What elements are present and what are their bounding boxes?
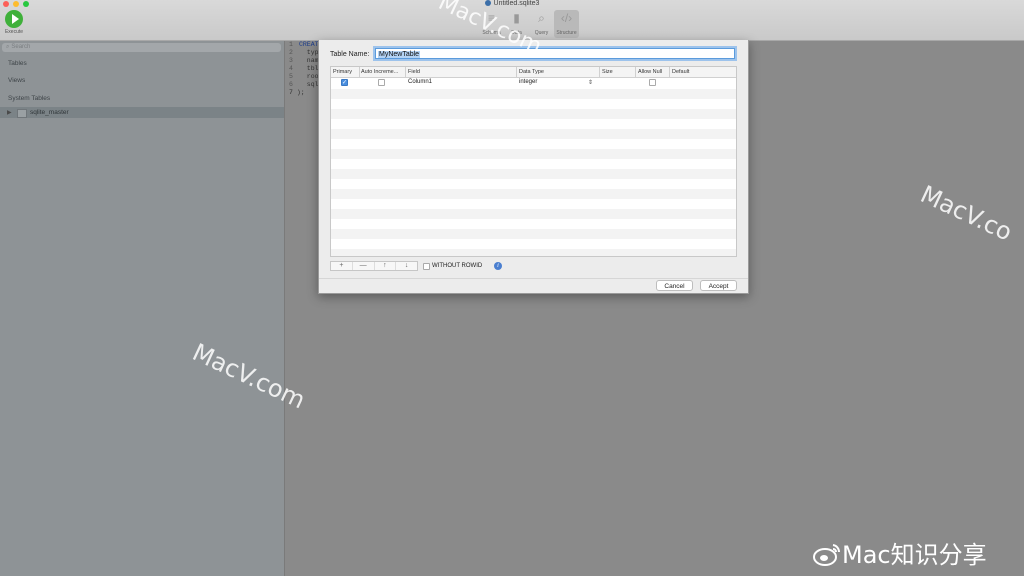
sidebar: ⌕ Search Tables Views System Tables ▶ sql… (0, 41, 285, 576)
weibo-logo-icon (813, 544, 841, 566)
magnifier-icon: ⌕ (538, 11, 545, 25)
without-rowid-label: WITHOUT ROWID (432, 263, 483, 269)
table-name-input[interactable]: MyNewTable (375, 48, 735, 59)
disclosure-triangle-icon[interactable]: ▶ (7, 109, 12, 116)
window-title: Untitled.sqlite3 (0, 0, 1024, 7)
popup-arrows-icon[interactable]: ⇕ (588, 79, 593, 86)
empty-row (331, 109, 736, 119)
header-size[interactable]: Size (602, 69, 632, 75)
code-line: 4 tbl (289, 65, 319, 72)
empty-row (331, 89, 736, 99)
empty-row (331, 139, 736, 149)
play-icon (5, 10, 23, 28)
auto-increment-checkbox[interactable] (378, 79, 385, 86)
columns-table: Primary Auto Increme... Field Data Type … (330, 66, 737, 257)
remove-column-button[interactable]: — (353, 262, 375, 270)
accept-button[interactable]: Accept (700, 280, 737, 291)
new-table-dialog: Table Name: MyNewTable Primary Auto Incr… (318, 40, 749, 294)
allow-null-checkbox[interactable] (649, 79, 656, 86)
empty-row (331, 209, 736, 219)
empty-row (331, 219, 736, 229)
header-primary[interactable]: Primary (333, 69, 359, 75)
sidebar-section-views[interactable]: Views (8, 77, 25, 84)
code-line: 1 CREAT (289, 41, 319, 48)
header-data-type[interactable]: Data Type (519, 69, 599, 75)
empty-row (331, 249, 736, 256)
header-field[interactable]: Field (408, 69, 514, 75)
data-type-select[interactable]: integer (519, 79, 537, 85)
code-brackets-icon: ‹/› (560, 11, 573, 25)
header-auto-increment[interactable]: Auto Increme... (361, 69, 405, 75)
without-rowid-checkbox[interactable] (423, 263, 430, 270)
empty-row (331, 189, 736, 199)
empty-row (331, 229, 736, 239)
empty-row (331, 129, 736, 139)
code-line: 3 nam (289, 57, 319, 64)
cancel-button[interactable]: Cancel (656, 280, 693, 291)
table-row[interactable]: ✓ Column1 integer ⇕ (331, 78, 736, 88)
sidebar-item-sqlite-master[interactable]: ▶ sqlite_master (0, 107, 284, 118)
divider (319, 278, 748, 279)
weibo-watermark: Mac知识分享 (812, 535, 987, 570)
code-line: 2 typ (289, 49, 319, 56)
empty-row (331, 179, 736, 189)
code-line: 7 ); (289, 89, 305, 96)
empty-row (331, 169, 736, 179)
structure-button[interactable]: ‹/› Structure (554, 10, 579, 38)
empty-row (331, 149, 736, 159)
move-up-button[interactable]: ↑ (375, 262, 397, 270)
search-input[interactable]: ⌕ Search (2, 43, 281, 52)
header-allow-null[interactable]: Allow Null (638, 69, 670, 75)
document-icon (484, 0, 491, 6)
empty-row (331, 159, 736, 169)
primary-checkbox[interactable]: ✓ (341, 79, 348, 86)
sidebar-section-tables[interactable]: Tables (8, 60, 27, 67)
table-name-label: Table Name: (330, 51, 370, 58)
empty-row (331, 99, 736, 109)
code-line: 6 sql (289, 81, 319, 88)
field-cell[interactable]: Column1 (408, 79, 432, 85)
add-column-button[interactable]: + (331, 262, 353, 270)
search-icon: ⌕ (6, 44, 10, 50)
table-icon (17, 109, 27, 118)
info-icon[interactable]: i (494, 262, 502, 270)
header-default[interactable]: Default (672, 69, 732, 75)
move-down-button[interactable]: ↓ (396, 262, 417, 270)
empty-row (331, 239, 736, 249)
columns-table-header: Primary Auto Increme... Field Data Type … (331, 67, 736, 78)
execute-button[interactable]: Execute (3, 10, 25, 35)
empty-row (331, 199, 736, 209)
code-line: 5 roo (289, 73, 319, 80)
row-actions-bar: + — ↑ ↓ (330, 261, 418, 271)
empty-row (331, 119, 736, 129)
execute-label: Execute (4, 29, 24, 35)
sidebar-section-system-tables[interactable]: System Tables (8, 95, 50, 102)
